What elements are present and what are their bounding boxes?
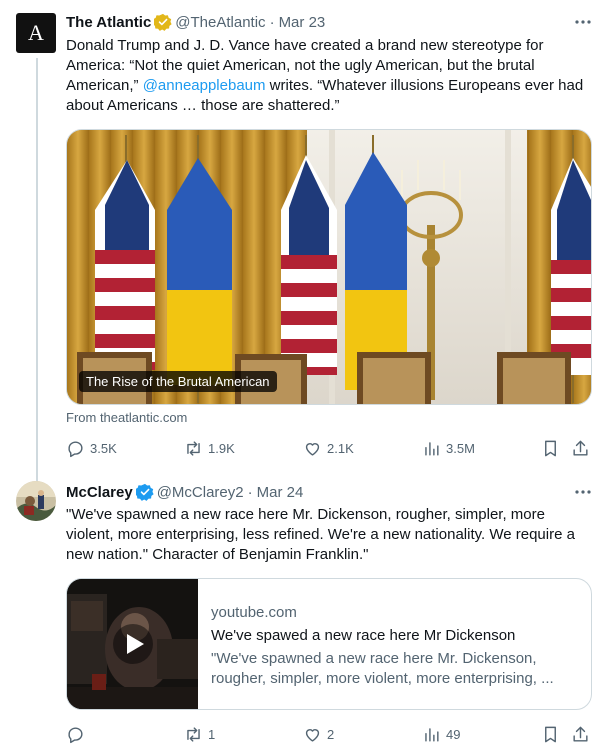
mention-link[interactable]: @anneapplebaum	[143, 77, 266, 94]
bookmark-button[interactable]	[541, 724, 560, 744]
reply-count: 3.5K	[90, 440, 117, 456]
play-icon[interactable]	[113, 624, 153, 664]
avatar[interactable]: A	[16, 13, 56, 53]
tweet-mcclarey[interactable]: McClarey @McClarey2 · Mar 24 "We've spaw…	[0, 470, 609, 756]
more-icon[interactable]	[573, 12, 593, 32]
reply-button[interactable]: 3.5K	[66, 438, 117, 458]
like-icon	[305, 442, 320, 456]
tweet-actions: 3.5K 1.9K 2.1K 3.5M	[66, 438, 592, 458]
views-icon	[425, 441, 439, 456]
tweet-date[interactable]: Mar 23	[279, 14, 326, 31]
more-icon[interactable]	[573, 482, 593, 502]
link-card-image[interactable]: The Rise of the Brutal American	[66, 129, 592, 405]
avatar-letter: A	[28, 20, 44, 45]
video-thumbnail[interactable]	[67, 579, 198, 709]
views-button[interactable]: 3.5M	[422, 438, 475, 458]
tweet-text: Donald Trump and J. D. Vance have create…	[66, 36, 592, 116]
views-button[interactable]: 49	[422, 724, 460, 744]
reply-button[interactable]	[66, 724, 90, 744]
verified-badge-icon[interactable]	[135, 483, 154, 501]
tweet-the-atlantic[interactable]: A The Atlantic @TheAtlantic · Mar 23 Don…	[0, 0, 609, 482]
like-count: 2	[327, 726, 335, 742]
separator-dot: ·	[269, 13, 275, 31]
card-source[interactable]: From theatlantic.com	[66, 410, 187, 425]
verified-badge-icon[interactable]	[154, 13, 172, 31]
share-button[interactable]	[571, 724, 590, 744]
avatar-painting	[16, 481, 56, 521]
card-photo	[67, 130, 591, 404]
reply-icon	[68, 440, 83, 457]
card-description: "We've spawned a new race here Mr. Dicke…	[211, 650, 554, 687]
bookmark-icon	[545, 726, 556, 742]
repost-icon	[187, 440, 200, 456]
tweet-text: "We've spawned a new race here Mr. Dicke…	[66, 506, 575, 563]
bookmark-icon	[545, 440, 556, 456]
like-icon	[305, 728, 320, 742]
views-icon	[425, 727, 439, 742]
bookmark-button[interactable]	[541, 438, 560, 458]
tweet-actions: 1 2 49	[66, 724, 592, 744]
repost-count: 1.9K	[208, 440, 235, 456]
author-name[interactable]: The Atlantic	[66, 14, 151, 31]
repost-button[interactable]: 1.9K	[184, 438, 235, 458]
youtube-link-card[interactable]: youtube.com We've spawed a new race here…	[66, 578, 592, 710]
author-handle[interactable]: @TheAtlantic	[175, 14, 265, 31]
repost-count: 1	[208, 726, 216, 742]
share-icon	[573, 440, 588, 456]
repost-button[interactable]: 1	[184, 724, 215, 744]
thread-connector-line	[36, 58, 38, 482]
author-name[interactable]: McClarey	[66, 484, 133, 501]
views-count: 49	[446, 726, 461, 742]
card-domain: youtube.com	[211, 604, 297, 621]
avatar[interactable]	[16, 481, 56, 521]
views-count: 3.5M	[446, 440, 475, 456]
like-count: 2.1K	[327, 440, 354, 456]
reply-icon	[68, 726, 83, 743]
card-title[interactable]: We've spawed a new race here Mr Dickenso…	[211, 626, 581, 646]
like-button[interactable]: 2	[303, 724, 334, 744]
share-button[interactable]	[571, 438, 590, 458]
share-icon	[573, 726, 588, 742]
tweet-header: The Atlantic @TheAtlantic · Mar 23	[66, 12, 325, 32]
tweet-header: McClarey @McClarey2 · Mar 24	[66, 482, 303, 502]
author-handle[interactable]: @McClarey2	[157, 484, 244, 501]
separator-dot: ·	[247, 483, 253, 501]
tweet-date[interactable]: Mar 24	[257, 484, 304, 501]
like-button[interactable]: 2.1K	[303, 438, 354, 458]
card-caption[interactable]: The Rise of the Brutal American	[79, 371, 277, 392]
repost-icon	[187, 726, 200, 742]
card-info: youtube.com We've spawed a new race here…	[211, 603, 581, 689]
